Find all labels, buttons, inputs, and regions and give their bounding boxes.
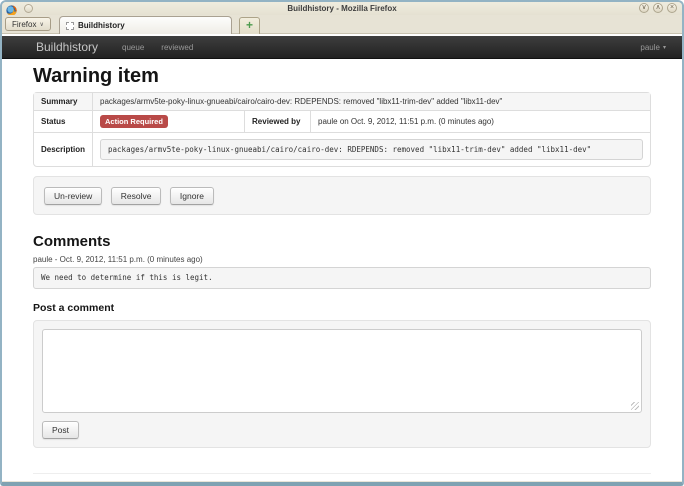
nav-link-reviewed[interactable]: reviewed — [161, 43, 193, 52]
maximize-button[interactable]: ∧ — [653, 3, 663, 13]
site-navbar: Buildhistory queue reviewed paule ▾ — [2, 36, 682, 59]
window-controls: ∨ ∧ × — [639, 3, 677, 13]
reviewed-by-label: Reviewed by — [244, 110, 310, 132]
page-content: Warning item Summary packages/armv5te-po… — [2, 66, 682, 474]
minimize-icon: ∨ — [641, 4, 646, 11]
warning-details-table: Summary packages/armv5te-poky-linux-gnue… — [33, 92, 651, 167]
comment-text: We need to determine if this is legit. — [33, 267, 651, 288]
tab-title: Buildhistory — [78, 21, 125, 30]
minimize-button[interactable]: ∨ — [639, 3, 649, 13]
status-badge-cell: Action Required — [92, 110, 244, 132]
footer-divider — [33, 473, 651, 474]
post-button[interactable]: Post — [42, 421, 79, 439]
comments-heading: Comments — [33, 233, 651, 250]
table-row-description: Description packages/armv5te-poky-linux-… — [34, 132, 650, 166]
browser-viewport: Buildhistory queue reviewed paule ▾ Warn… — [2, 34, 682, 481]
new-tab-button[interactable]: + — [239, 17, 260, 34]
summary-label: Summary — [34, 93, 92, 110]
tab-buildhistory[interactable]: Buildhistory — [59, 16, 232, 34]
comment-input[interactable] — [42, 329, 642, 413]
close-button[interactable]: × — [667, 3, 677, 13]
summary-value: packages/armv5te-poky-linux-gnueabi/cair… — [92, 93, 650, 110]
firefox-menu-label: Firefox — [12, 20, 36, 29]
post-button-row: Post — [42, 420, 642, 439]
reviewed-by-value: paule on Oct. 9, 2012, 11:51 p.m. (0 min… — [310, 110, 650, 132]
nav-link-queue[interactable]: queue — [122, 43, 144, 52]
navbar-brand[interactable]: Buildhistory — [36, 40, 98, 54]
description-label: Description — [34, 132, 92, 166]
close-icon: × — [670, 4, 674, 11]
post-comment-well: Post — [33, 320, 651, 448]
post-comment-heading: Post a comment — [33, 302, 651, 314]
unreview-button[interactable]: Un-review — [44, 187, 102, 205]
status-badge: Action Required — [100, 115, 168, 128]
chevron-down-icon: ∨ — [39, 21, 43, 28]
favicon-placeholder-icon — [66, 22, 74, 30]
table-row-status: Status Action Required Reviewed by paule… — [34, 110, 650, 132]
resize-grip-icon[interactable] — [631, 402, 639, 410]
user-menu[interactable]: paule ▾ — [640, 43, 666, 52]
window-titlebar: Buildhistory - Mozilla Firefox ∨ ∧ × — [2, 2, 682, 15]
plus-icon: + — [246, 18, 253, 32]
actions-well: Un-review Resolve Ignore — [33, 176, 651, 215]
caret-down-icon: ▾ — [663, 44, 666, 51]
comment-item: paule - Oct. 9, 2012, 11:51 p.m. (0 minu… — [33, 255, 651, 288]
tab-strip: Firefox ∨ Buildhistory + — [2, 15, 682, 34]
resolve-button[interactable]: Resolve — [111, 187, 162, 205]
description-value: packages/armv5te-poky-linux-gnueabi/cair… — [100, 139, 643, 160]
user-name: paule — [640, 43, 660, 52]
comment-box — [42, 329, 642, 413]
firefox-window: Buildhistory - Mozilla Firefox ∨ ∧ × Fir… — [0, 0, 684, 486]
maximize-icon: ∧ — [655, 4, 660, 11]
status-label: Status — [34, 110, 92, 132]
window-title: Buildhistory - Mozilla Firefox — [2, 3, 682, 14]
page-title: Warning item — [33, 66, 651, 87]
description-cell: packages/armv5te-poky-linux-gnueabi/cair… — [92, 132, 650, 166]
table-row-summary: Summary packages/armv5te-poky-linux-gnue… — [34, 93, 650, 110]
firefox-menu-button[interactable]: Firefox ∨ — [5, 17, 51, 31]
comment-byline: paule - Oct. 9, 2012, 11:51 p.m. (0 minu… — [33, 255, 651, 264]
ignore-button[interactable]: Ignore — [170, 187, 214, 205]
